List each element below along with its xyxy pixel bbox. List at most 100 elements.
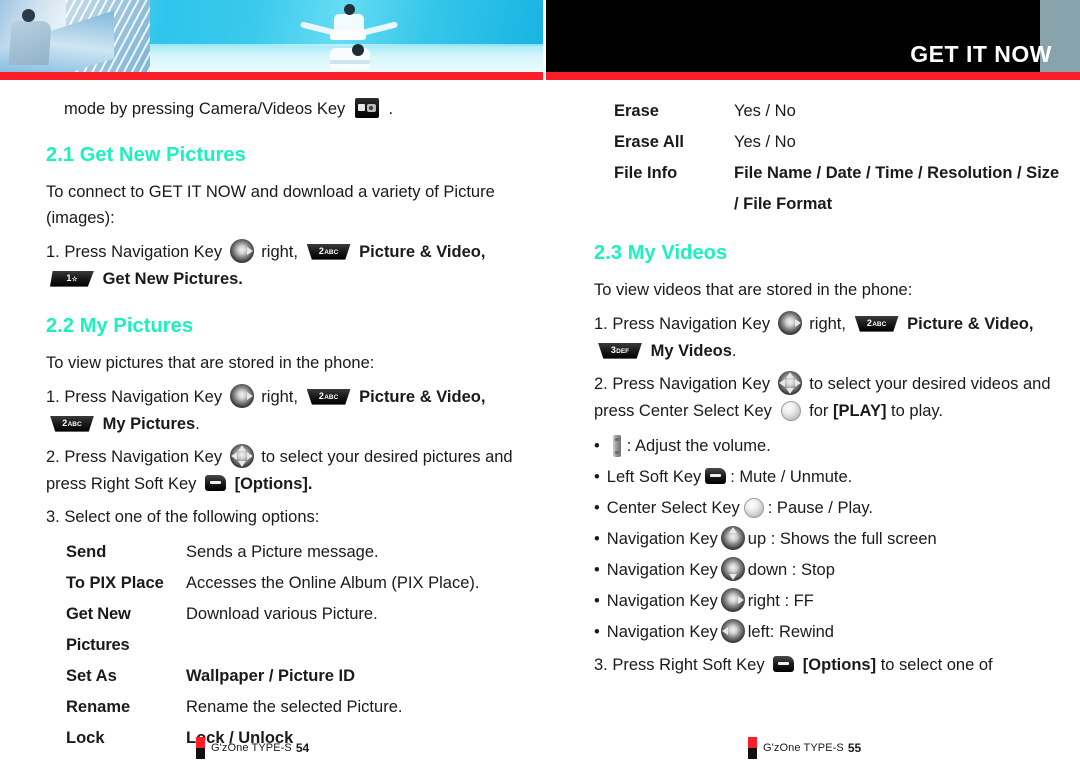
footer-mark-icon [196,737,205,759]
control-label: Navigation Key [606,623,718,641]
step-text-1: Press Navigation Key [64,388,223,406]
bullet-dot: • [594,592,600,610]
step-text-3: for [809,402,829,420]
key-2-abc-icon: 2ABC [854,315,899,332]
step-text-2: right, [809,315,846,333]
section-2-2-step-3: 3. Select one of the following options: [46,504,514,531]
step-text-1: Select one of the following options: [64,508,320,526]
control-item: • Navigation Key up : Shows the full scr… [594,524,1062,555]
section-2-1-intro: To connect to GET IT NOW and download a … [46,183,495,227]
bullet-dot: • [594,468,600,486]
control-item: • Center Select Key : Pause / Play. [594,493,1062,524]
step-text-3: Picture & Video, [359,243,486,261]
key-1-icon: 1☆ [50,270,94,287]
bullet-dot: • [594,530,600,548]
control-label: Navigation Key [606,530,718,548]
control-text: : Mute / Unmute. [730,468,853,486]
step-text-4: My Videos [650,342,732,360]
bullet-dot: • [594,623,600,641]
step-text-5: to play. [891,402,944,420]
photo-figure-businessman-body [8,21,52,65]
left-column: mode by pressing Camera/Videos Key . 2. 1… [46,96,514,754]
step-text-2: right, [261,243,298,261]
header-red-rule [0,72,1080,80]
heading-2-3: 2.3 My Videos [594,242,728,264]
continued-paragraph: mode by pressing Camera/Videos Key . [64,96,514,122]
navigation-key-down-icon [720,556,745,581]
option-term: Set As [66,667,117,685]
control-text: right : FF [747,592,814,610]
picture-options-list: Send Sends a Picture message. To PIX Pla… [46,537,514,754]
photo-figure-martial-lower-belt [330,60,370,64]
photo-figure-businessman-head [22,9,35,22]
option-term: Send [66,543,107,561]
option-description: Rename the selected Picture. [186,698,403,716]
step-text-1: Press Navigation Key [612,315,771,333]
header-red-rule-gap [543,72,546,80]
right-soft-key-icon [205,474,226,491]
option-row: Set As Wallpaper / Picture ID [66,661,514,692]
step-text-4: My Pictures [102,415,196,433]
footer-right: G'zOne TYPE-S 55 [748,737,861,759]
navigation-key-right-icon [229,383,254,408]
heading-2-2: 2.2 My Pictures [46,315,194,337]
navigation-key-up-icon [720,525,745,550]
navigation-key-right-icon [229,238,254,263]
key-2-abc-icon: 2ABC [306,243,351,260]
video-controls-list: • : Adjust the volume. • Left Soft Key :… [594,431,1062,648]
option-term: Get New Pictures [66,605,131,654]
control-text: left: Rewind [747,623,834,641]
footer-model-text: G'zOne TYPE-S [211,742,292,754]
step-number: 3. [594,656,608,674]
step-text-5: . [731,342,737,360]
section-2-3-step-3: 3. Press Right Soft Key [Options] to sel… [594,652,1062,679]
page-header-banner: GET IT NOW [0,0,1080,80]
option-row: Erase All Yes / No [614,127,1062,158]
footer-left: G'zOne TYPE-S 54 [196,737,309,759]
step-text-1: Press Navigation Key [612,375,771,393]
control-label: Navigation Key [606,561,718,579]
step-number: 2. [46,448,60,466]
option-description: Yes / No [734,133,796,151]
option-description: Sends a Picture message. [186,543,379,561]
option-row: Get New Pictures Download various Pictur… [66,599,514,661]
option-description: Yes / No [734,102,796,120]
key-2-abc-icon: 2ABC [50,415,94,432]
bullet-dot: • [594,437,600,455]
step-number: 1. [594,315,608,333]
navigation-key-all-icon [229,443,254,468]
photo-figure-martial-lower-head [352,44,364,56]
footer-page-number: 55 [847,741,862,755]
step-text-1: Press Right Soft Key [612,656,765,674]
footer-model-text: G'zOne TYPE-S [763,742,844,754]
right-column: Erase Yes / No Erase All Yes / No File I… [594,96,1062,685]
center-select-key-icon [743,497,764,518]
option-row: Erase Yes / No [614,96,1062,127]
section-2-3-step-1: 1. Press Navigation Key right, 2ABC Pict… [594,310,1062,365]
step-text-3: to select one of [880,656,993,674]
key-2-abc-icon: 2ABC [306,388,351,405]
option-row: File Info File Name / Date / Time / Reso… [614,158,1062,220]
navigation-key-left-icon [720,618,745,643]
navigation-key-right-icon [720,587,745,612]
step-number: 2. [594,375,608,393]
step-text-3: [Options]. [234,475,313,493]
continued-text-before: mode by pressing Camera/Videos Key [64,100,346,118]
navigation-key-all-icon [777,370,802,395]
control-item: • : Adjust the volume. [594,431,1062,462]
option-term: To PIX Place [66,574,164,592]
control-label: Navigation Key [606,592,718,610]
option-description: File Name / Date / Time / Resolution / S… [734,164,1060,213]
header-divider-gap [543,0,546,72]
option-row: Send Sends a Picture message. [66,537,514,568]
option-term: File Info [614,164,678,182]
photo-figure-martial-lower-body [330,48,370,70]
control-text: : Pause / Play. [767,499,873,517]
option-term: Erase [614,102,659,120]
control-item: • Navigation Key left: Rewind [594,617,1062,648]
option-row: To PIX Place Accesses the Online Album (… [66,568,514,599]
control-label: Left Soft Key [606,468,702,486]
control-item: • Navigation Key right : FF [594,586,1062,617]
camera-videos-key-icon [354,97,379,118]
navigation-key-right-icon [777,310,802,335]
